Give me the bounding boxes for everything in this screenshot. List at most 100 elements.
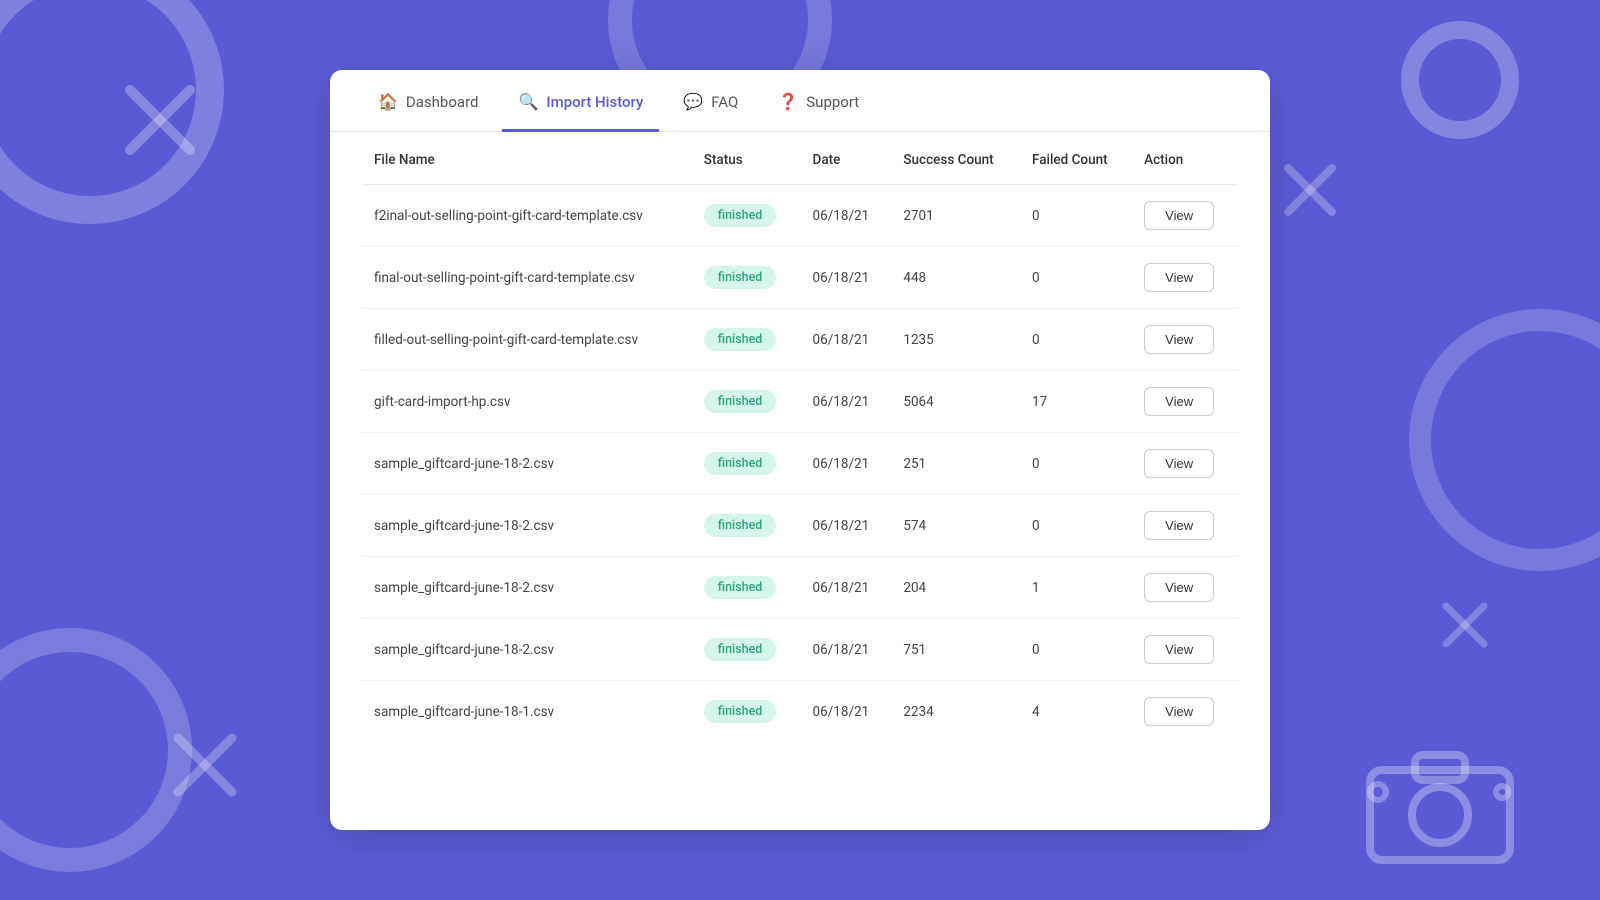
cell-failed-count: 0 xyxy=(1020,495,1132,557)
chat-icon: 💬 xyxy=(683,92,703,111)
cell-action: View xyxy=(1132,247,1238,309)
col-failed-count: Failed Count xyxy=(1020,132,1132,185)
main-card: 🏠 Dashboard 🔍 Import History 💬 FAQ ❓ Sup… xyxy=(330,70,1270,830)
home-icon: 🏠 xyxy=(378,92,398,111)
tab-support[interactable]: ❓ Support xyxy=(762,70,875,132)
cell-status: finished xyxy=(692,495,801,557)
cell-status: finished xyxy=(692,433,801,495)
cell-failed-count: 1 xyxy=(1020,557,1132,619)
table-row: final-out-selling-point-gift-card-templa… xyxy=(362,247,1238,309)
cell-action: View xyxy=(1132,681,1238,743)
status-badge: finished xyxy=(704,328,777,351)
cell-success-count: 2234 xyxy=(891,681,1020,743)
cell-date: 06/18/21 xyxy=(801,557,892,619)
cell-status: finished xyxy=(692,619,801,681)
cell-success-count: 448 xyxy=(891,247,1020,309)
table-header-row: File Name Status Date Success Count Fail… xyxy=(362,132,1238,185)
table-row: filled-out-selling-point-gift-card-templ… xyxy=(362,309,1238,371)
cell-status: finished xyxy=(692,247,801,309)
cell-file-name: final-out-selling-point-gift-card-templa… xyxy=(362,247,692,309)
status-badge: finished xyxy=(704,576,777,599)
cell-status: finished xyxy=(692,557,801,619)
cell-file-name: sample_giftcard-june-18-2.csv xyxy=(362,495,692,557)
cell-action: View xyxy=(1132,495,1238,557)
tab-dashboard[interactable]: 🏠 Dashboard xyxy=(362,70,494,132)
cell-action: View xyxy=(1132,309,1238,371)
navigation: 🏠 Dashboard 🔍 Import History 💬 FAQ ❓ Sup… xyxy=(330,70,1270,132)
cell-date: 06/18/21 xyxy=(801,371,892,433)
cell-success-count: 751 xyxy=(891,619,1020,681)
cell-date: 06/18/21 xyxy=(801,185,892,247)
view-button[interactable]: View xyxy=(1144,325,1214,354)
table-row: f2inal-out-selling-point-gift-card-templ… xyxy=(362,185,1238,247)
cell-status: finished xyxy=(692,681,801,743)
tab-faq-label: FAQ xyxy=(711,93,738,111)
cell-success-count: 5064 xyxy=(891,371,1020,433)
view-button[interactable]: View xyxy=(1144,635,1214,664)
cell-success-count: 574 xyxy=(891,495,1020,557)
cell-failed-count: 4 xyxy=(1020,681,1132,743)
cell-action: View xyxy=(1132,619,1238,681)
cell-action: View xyxy=(1132,433,1238,495)
view-button[interactable]: View xyxy=(1144,263,1214,292)
status-badge: finished xyxy=(704,638,777,661)
cell-success-count: 204 xyxy=(891,557,1020,619)
status-badge: finished xyxy=(704,204,777,227)
cell-file-name: f2inal-out-selling-point-gift-card-templ… xyxy=(362,185,692,247)
cell-failed-count: 0 xyxy=(1020,433,1132,495)
view-button[interactable]: View xyxy=(1144,387,1214,416)
cell-action: View xyxy=(1132,185,1238,247)
view-button[interactable]: View xyxy=(1144,449,1214,478)
cell-date: 06/18/21 xyxy=(801,495,892,557)
table-row: sample_giftcard-june-18-1.csv finished 0… xyxy=(362,681,1238,743)
cell-date: 06/18/21 xyxy=(801,681,892,743)
tab-faq[interactable]: 💬 FAQ xyxy=(667,70,754,132)
col-status: Status xyxy=(692,132,801,185)
question-icon: ❓ xyxy=(778,92,798,111)
status-badge: finished xyxy=(704,266,777,289)
table-row: sample_giftcard-june-18-2.csv finished 0… xyxy=(362,619,1238,681)
cell-status: finished xyxy=(692,309,801,371)
cell-date: 06/18/21 xyxy=(801,619,892,681)
view-button[interactable]: View xyxy=(1144,511,1214,540)
cell-file-name: sample_giftcard-june-18-2.csv xyxy=(362,557,692,619)
status-badge: finished xyxy=(704,452,777,475)
cell-failed-count: 0 xyxy=(1020,185,1132,247)
tab-import-history-label: Import History xyxy=(546,93,643,111)
table-row: sample_giftcard-june-18-2.csv finished 0… xyxy=(362,495,1238,557)
table-row: sample_giftcard-june-18-2.csv finished 0… xyxy=(362,557,1238,619)
cell-file-name: sample_giftcard-june-18-2.csv xyxy=(362,433,692,495)
col-file-name: File Name xyxy=(362,132,692,185)
cell-failed-count: 0 xyxy=(1020,247,1132,309)
cell-action: View xyxy=(1132,371,1238,433)
status-badge: finished xyxy=(704,514,777,537)
cell-failed-count: 0 xyxy=(1020,309,1132,371)
cell-success-count: 2701 xyxy=(891,185,1020,247)
cell-date: 06/18/21 xyxy=(801,247,892,309)
tab-support-label: Support xyxy=(806,93,859,111)
table-row: gift-card-import-hp.csv finished 06/18/2… xyxy=(362,371,1238,433)
view-button[interactable]: View xyxy=(1144,201,1214,230)
col-date: Date xyxy=(801,132,892,185)
cell-success-count: 1235 xyxy=(891,309,1020,371)
cell-success-count: 251 xyxy=(891,433,1020,495)
tab-dashboard-label: Dashboard xyxy=(406,93,479,111)
cell-failed-count: 0 xyxy=(1020,619,1132,681)
import-history-table: File Name Status Date Success Count Fail… xyxy=(362,132,1238,742)
cell-file-name: sample_giftcard-june-18-1.csv xyxy=(362,681,692,743)
cell-action: View xyxy=(1132,557,1238,619)
table-container: File Name Status Date Success Count Fail… xyxy=(330,132,1270,774)
status-badge: finished xyxy=(704,700,777,723)
tab-import-history[interactable]: 🔍 Import History xyxy=(502,70,659,132)
cell-status: finished xyxy=(692,185,801,247)
view-button[interactable]: View xyxy=(1144,697,1214,726)
cell-date: 06/18/21 xyxy=(801,309,892,371)
view-button[interactable]: View xyxy=(1144,573,1214,602)
search-icon: 🔍 xyxy=(518,92,538,111)
cell-file-name: gift-card-import-hp.csv xyxy=(362,371,692,433)
cell-file-name: sample_giftcard-june-18-2.csv xyxy=(362,619,692,681)
table-row: sample_giftcard-june-18-2.csv finished 0… xyxy=(362,433,1238,495)
cell-date: 06/18/21 xyxy=(801,433,892,495)
cell-file-name: filled-out-selling-point-gift-card-templ… xyxy=(362,309,692,371)
col-success-count: Success Count xyxy=(891,132,1020,185)
